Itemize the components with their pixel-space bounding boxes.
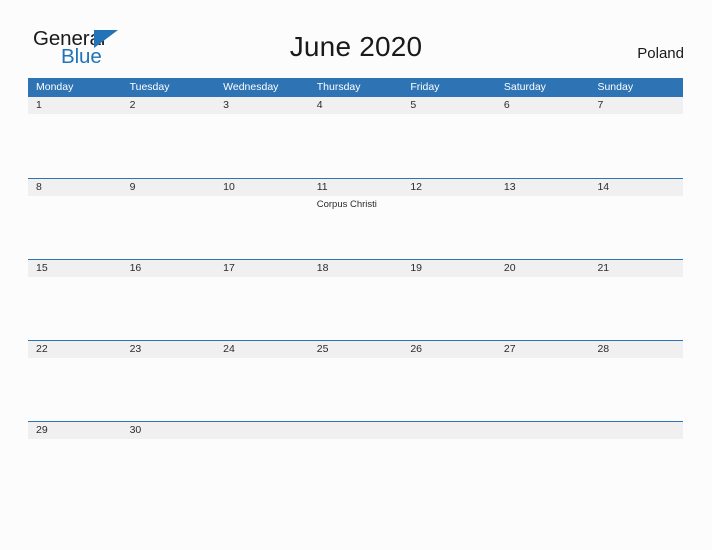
calendar-body: 1 2 3 4 5 6 7 8 9 10 11 Corpus Christi 12 13 14 15 16 17 1… bbox=[28, 97, 683, 502]
day-cell[interactable]: 29 bbox=[28, 422, 122, 502]
day-number: 18 bbox=[316, 262, 329, 274]
day-cell[interactable]: 6 bbox=[496, 97, 590, 178]
day-cell[interactable]: 15 bbox=[28, 260, 122, 340]
day-cell-empty bbox=[309, 422, 403, 502]
day-cell-empty bbox=[589, 422, 683, 502]
day-cell[interactable]: 25 bbox=[309, 341, 403, 421]
day-cell[interactable]: 23 bbox=[122, 341, 216, 421]
week-cells: 29 30 bbox=[28, 422, 683, 502]
day-number: 21 bbox=[597, 262, 610, 274]
day-number: 8 bbox=[36, 181, 42, 193]
day-number: 2 bbox=[129, 99, 136, 111]
weekday-header-tuesday: Tuesday bbox=[129, 81, 170, 93]
country-label: Poland bbox=[637, 45, 684, 62]
calendar-week-row: 15 16 17 18 19 20 21 bbox=[28, 259, 683, 340]
day-number: 19 bbox=[410, 262, 422, 274]
day-number: 1 bbox=[36, 99, 42, 111]
day-number: 28 bbox=[597, 343, 610, 355]
day-number: 13 bbox=[503, 181, 516, 193]
day-cell[interactable]: 5 bbox=[402, 97, 496, 178]
day-number: 26 bbox=[410, 343, 422, 355]
day-number: 22 bbox=[36, 343, 48, 355]
weekday-header-saturday: Saturday bbox=[503, 81, 546, 93]
page-header: General Blue June 2020 Poland bbox=[0, 0, 712, 76]
day-number: 17 bbox=[223, 262, 235, 274]
day-cell[interactable]: 28 bbox=[589, 341, 683, 421]
calendar-week-row: 8 9 10 11 Corpus Christi 12 13 14 bbox=[28, 178, 683, 259]
day-number: 7 bbox=[597, 99, 604, 111]
day-cell[interactable]: 7 bbox=[589, 97, 683, 178]
day-number: 20 bbox=[503, 262, 516, 274]
day-cell[interactable]: 18 bbox=[309, 260, 403, 340]
day-cell[interactable]: 13 bbox=[496, 179, 590, 259]
calendar-week-row: 1 2 3 4 5 6 7 bbox=[28, 97, 683, 178]
day-number: 14 bbox=[597, 181, 610, 193]
day-number: 6 bbox=[503, 99, 510, 111]
day-cell[interactable]: 24 bbox=[215, 341, 309, 421]
day-number: 9 bbox=[129, 181, 136, 193]
day-number: 16 bbox=[129, 262, 142, 274]
day-cell[interactable]: 8 bbox=[28, 179, 122, 259]
day-number: 27 bbox=[503, 343, 516, 355]
day-number: 23 bbox=[129, 343, 142, 355]
holiday-event: Corpus Christi bbox=[316, 199, 377, 210]
page-title: June 2020 bbox=[289, 31, 423, 62]
day-cell[interactable]: 16 bbox=[122, 260, 216, 340]
day-cell[interactable]: 27 bbox=[496, 341, 590, 421]
day-cell[interactable]: 12 bbox=[402, 179, 496, 259]
day-number: 24 bbox=[223, 343, 235, 355]
day-cell[interactable]: 14 bbox=[589, 179, 683, 259]
day-number: 4 bbox=[316, 99, 323, 111]
calendar-grid: Monday Tuesday Wednesday Thursday Friday Satu… bbox=[28, 78, 683, 502]
day-number: 25 bbox=[316, 343, 329, 355]
calendar-week-row: 29 30 bbox=[28, 421, 683, 502]
week-cells: 8 9 10 11 Corpus Christi 12 13 14 bbox=[28, 179, 683, 259]
week-cells: 22 23 24 25 26 27 28 bbox=[28, 341, 683, 421]
day-number: 5 bbox=[410, 99, 417, 111]
weekday-header-friday: Friday bbox=[410, 81, 440, 93]
day-cell-empty bbox=[215, 422, 309, 502]
day-cell[interactable]: 20 bbox=[496, 260, 590, 340]
week-cells: 15 16 17 18 19 20 21 bbox=[28, 260, 683, 340]
day-cell-empty bbox=[496, 422, 590, 502]
day-cell[interactable]: 9 bbox=[122, 179, 216, 259]
weekday-header-monday: Monday bbox=[36, 81, 74, 93]
day-number: 3 bbox=[223, 99, 229, 111]
day-cell[interactable]: 22 bbox=[28, 341, 122, 421]
day-number: 29 bbox=[36, 424, 48, 436]
day-cell-empty bbox=[402, 422, 496, 502]
day-number: 10 bbox=[223, 181, 235, 193]
day-cell[interactable]: 26 bbox=[402, 341, 496, 421]
day-cell[interactable]: 1 bbox=[28, 97, 122, 178]
day-cell[interactable]: 10 bbox=[215, 179, 309, 259]
day-cell[interactable]: 30 bbox=[122, 422, 216, 502]
day-number: 30 bbox=[129, 424, 142, 436]
weekday-header-sunday: Sunday bbox=[597, 81, 634, 93]
day-cell[interactable]: 21 bbox=[589, 260, 683, 340]
week-cells: 1 2 3 4 5 6 7 bbox=[28, 97, 683, 178]
day-events: Corpus Christi bbox=[317, 196, 403, 211]
day-cell[interactable]: 11 Corpus Christi bbox=[309, 179, 403, 259]
day-number: 12 bbox=[410, 181, 422, 193]
calendar-week-row: 22 23 24 25 26 27 28 bbox=[28, 340, 683, 421]
day-number: 15 bbox=[36, 262, 48, 274]
day-cell[interactable]: 4 bbox=[309, 97, 403, 178]
weekday-header-row: Monday Tuesday Wednesday Thursday Friday Satu… bbox=[28, 78, 683, 97]
weekday-header-thursday: Thursday bbox=[316, 81, 361, 93]
day-cell[interactable]: 2 bbox=[122, 97, 216, 178]
day-number: 11 bbox=[316, 181, 328, 193]
day-cell[interactable]: 19 bbox=[402, 260, 496, 340]
day-cell[interactable]: 3 bbox=[215, 97, 309, 178]
day-cell[interactable]: 17 bbox=[215, 260, 309, 340]
weekday-header-wednesday: Wednesday bbox=[223, 81, 279, 93]
